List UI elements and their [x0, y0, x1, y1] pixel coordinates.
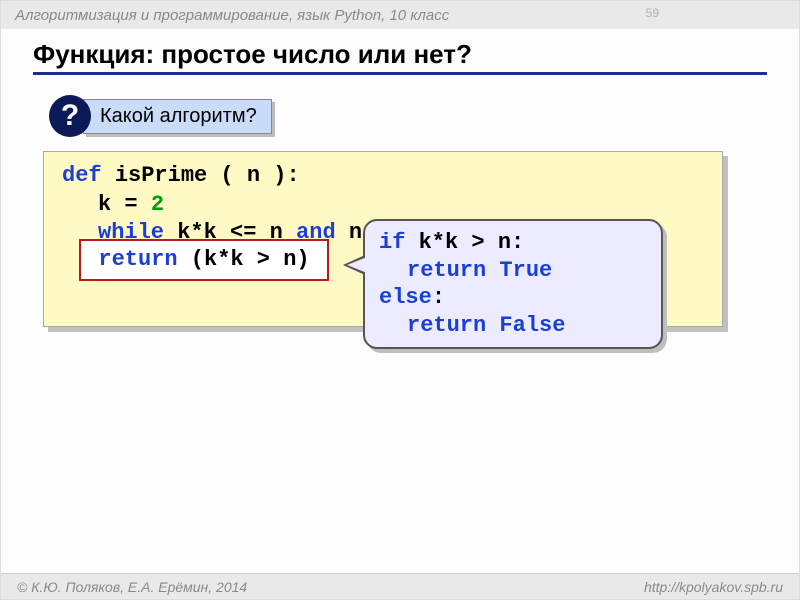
title-area: Функция: простое число или нет? [1, 29, 799, 81]
function-name: isPrime ( n ) [115, 163, 287, 188]
keyword-return: return [98, 247, 177, 272]
code-line-1: def isPrime ( n ): [62, 162, 704, 191]
question-text: Какой алгоритм? [83, 99, 272, 134]
balloon-line-4: return False [379, 312, 647, 340]
return-box: return (k*k > n) [79, 239, 329, 281]
slide-title: Функция: простое число или нет? [33, 39, 767, 75]
balloon-callout: if k*k > n: return True else: return Fal… [363, 219, 663, 349]
question-mark-icon: ? [49, 95, 91, 137]
keyword-def: def [62, 163, 102, 188]
breadcrumb-text: Алгоритмизация и программирование, язык … [15, 7, 449, 24]
balloon-line-1: if k*k > n: [379, 229, 647, 257]
balloon-line-3: else: [379, 284, 647, 312]
question-callout: ? Какой алгоритм? [49, 95, 272, 137]
code-line-2: k = 2 [62, 191, 704, 220]
balloon-line-2: return True [379, 257, 647, 285]
footer-strip: © К.Ю. Поляков, Е.А. Ерёмин, 2014 http:/… [1, 573, 799, 599]
footer-copyright: © К.Ю. Поляков, Е.А. Ерёмин, 2014 [17, 579, 247, 595]
header-strip: Алгоритмизация и программирование, язык … [1, 1, 799, 29]
footer-url: http://kpolyakov.spb.ru [644, 579, 783, 595]
page-number: 59 [646, 6, 659, 20]
